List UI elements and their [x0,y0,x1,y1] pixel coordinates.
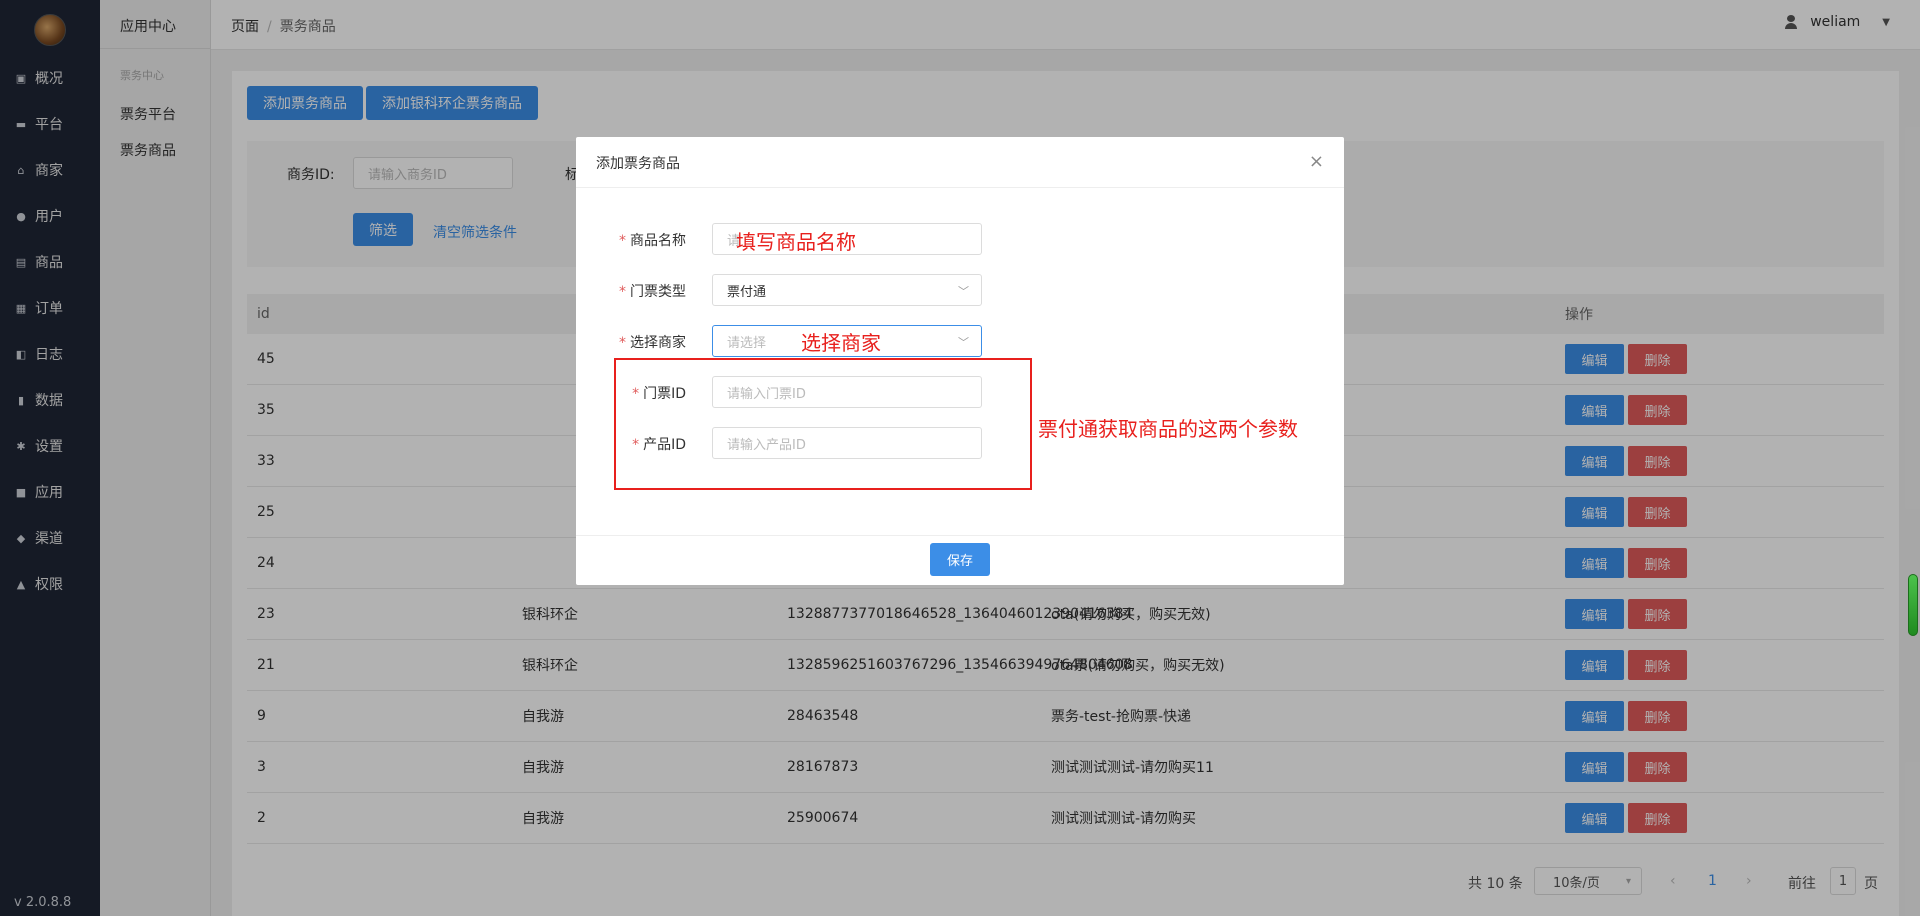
chevron-down-icon: ﹀ [958,285,969,298]
chevron-down-icon: ﹀ [958,336,969,349]
save-button[interactable]: 保存 [930,543,990,576]
ticket-type-select[interactable]: 票付通 ﹀ [712,274,982,306]
dialog-footer-divider [576,535,1344,536]
annotation-fill-name: 填写商品名称 [736,230,856,254]
scrollbar-thumb[interactable] [1908,574,1918,636]
close-icon[interactable]: × [1309,151,1324,172]
merchant-select-label: * 选择商家 [619,335,686,351]
dialog-title: 添加票务商品 [596,156,680,172]
annotation-params-note: 票付通获取商品的这两个参数 [1038,417,1298,441]
ticket-type-value: 票付通 [727,284,767,300]
merchant-select-placeholder: 请选择 [727,335,767,351]
dialog-divider [576,187,1344,188]
goods-name-label: * 商品名称 [619,233,686,249]
annotation-select-merchant: 选择商家 [801,331,881,355]
ticket-type-label: * 门票类型 [619,284,686,300]
annotation-highlight-box [614,358,1032,490]
